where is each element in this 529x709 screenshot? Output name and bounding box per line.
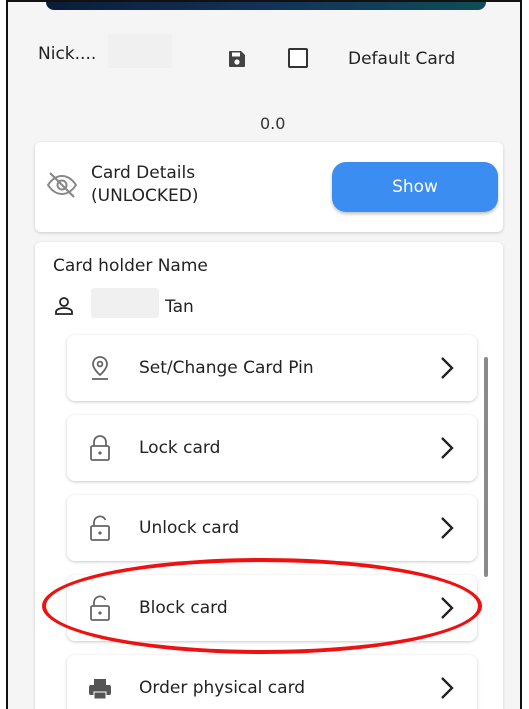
eye-off-icon <box>46 172 78 198</box>
card-details-heading: Card Details <box>91 163 196 183</box>
chevron-right-icon <box>441 597 454 619</box>
balance-row: 0.0 <box>8 114 520 136</box>
app-frame: Nick.... Default Card 0.0 Card Details (… <box>6 0 522 709</box>
card-holder-name: Tan <box>165 297 194 317</box>
chevron-right-icon <box>441 677 454 699</box>
padlock-icon <box>90 435 110 461</box>
nickname-redaction <box>108 34 172 68</box>
action-label: Unlock card <box>139 518 240 538</box>
unlock-icon <box>90 515 110 541</box>
nickname-label: Nick.... <box>38 44 97 64</box>
holder-name-redaction <box>91 288 159 318</box>
action-set-change-pin[interactable]: Set/Change Card Pin <box>67 335 477 401</box>
action-lock-card[interactable]: Lock card <box>67 415 477 481</box>
card-details-title: Card Details (UNLOCKED) <box>91 162 199 208</box>
chevron-right-icon <box>441 357 454 379</box>
location-pin-icon <box>92 356 108 380</box>
action-label: Set/Change Card Pin <box>139 358 314 378</box>
person-icon <box>55 297 73 315</box>
card-holder-label: Card holder Name <box>53 256 208 276</box>
printer-icon <box>89 679 111 700</box>
card-details-panel: Card Details (UNLOCKED) Show <box>35 142 503 232</box>
action-label: Lock card <box>139 438 221 458</box>
balance-value: 0.0 <box>260 114 286 133</box>
card-details-status: (UNLOCKED) <box>91 186 199 206</box>
save-icon[interactable] <box>228 50 246 68</box>
scrollbar-thumb[interactable] <box>484 357 488 577</box>
action-unlock-card[interactable]: Unlock card <box>67 495 477 561</box>
chevron-right-icon <box>441 437 454 459</box>
card-holder-panel: Card holder Name Tan Set/Change Card Pin <box>35 242 503 709</box>
chevron-right-icon <box>441 517 454 539</box>
action-order-physical-card[interactable]: Order physical card <box>67 655 477 709</box>
unlock-icon <box>90 595 110 621</box>
action-label: Block card <box>139 598 228 618</box>
card-image-edge <box>46 2 486 10</box>
action-label: Order physical card <box>139 678 306 698</box>
default-card-label: Default Card <box>348 49 456 69</box>
action-block-card[interactable]: Block card <box>67 575 477 641</box>
show-details-button[interactable]: Show <box>332 162 498 212</box>
default-card-checkbox[interactable] <box>288 48 308 68</box>
